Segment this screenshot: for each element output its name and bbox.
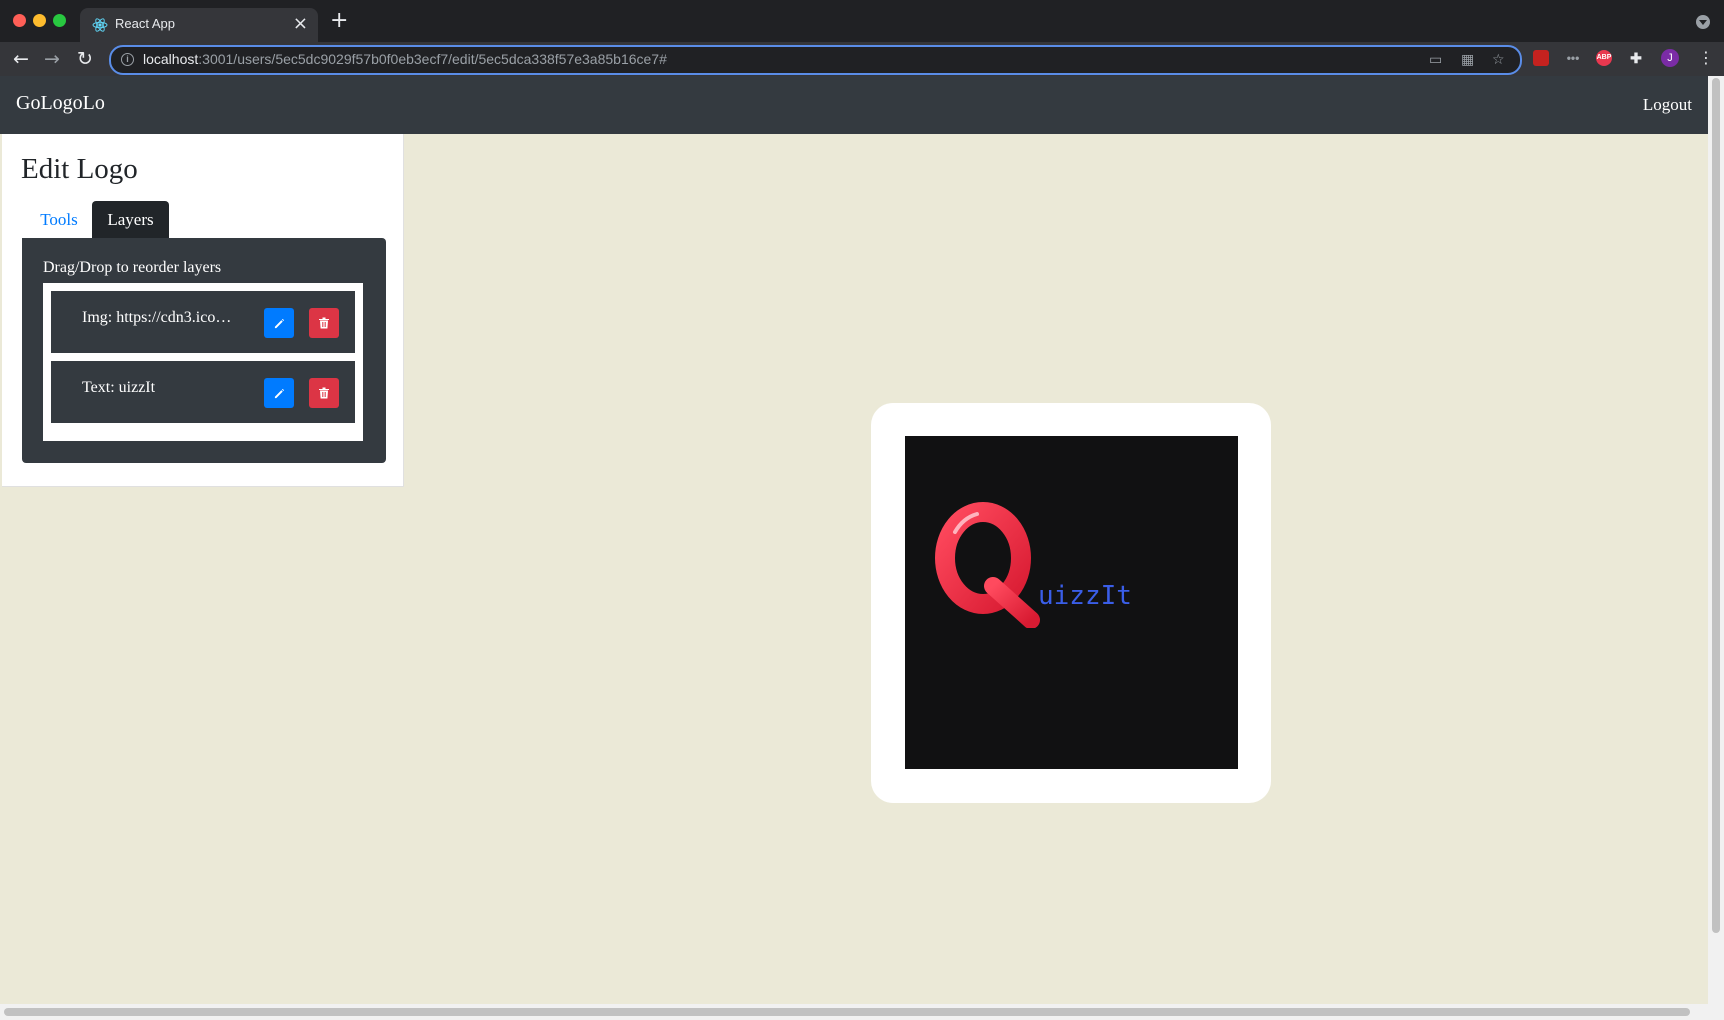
extension-dots-icon[interactable]: ••• xyxy=(1565,50,1581,66)
trash-icon xyxy=(319,387,329,399)
bookmark-star-icon[interactable]: ☆ xyxy=(1492,51,1505,69)
logo-canvas: uizzIt xyxy=(905,436,1238,769)
browser-menu-icon[interactable]: ⋮ xyxy=(1698,48,1714,68)
browser-tab-bar: React App × + xyxy=(0,0,1724,42)
reload-icon[interactable]: ↻ xyxy=(77,47,93,71)
layers-pane: Drag/Drop to reorder layers Img: https:/… xyxy=(22,238,386,463)
vertical-scrollbar[interactable] xyxy=(1708,76,1724,1020)
layers-caption: Drag/Drop to reorder layers xyxy=(43,259,222,276)
brand-link[interactable]: GoLogoLo xyxy=(16,92,105,115)
tab-search-icon[interactable] xyxy=(1696,15,1710,29)
profile-avatar[interactable]: J xyxy=(1661,49,1679,67)
red-letter-q-icon[interactable] xyxy=(933,500,1041,628)
layer-label: Text: uizzIt xyxy=(82,379,156,396)
layer-item-image[interactable]: Img: https://cdn3.ico… xyxy=(51,291,355,353)
trash-icon xyxy=(319,317,329,329)
layer-label: Img: https://cdn3.ico… xyxy=(82,309,232,326)
app-navbar: GoLogoLo Logout xyxy=(0,76,1708,134)
page-title: Edit Logo xyxy=(21,153,138,185)
close-tab-icon[interactable]: × xyxy=(293,14,308,34)
qr-code-icon[interactable]: ▦ xyxy=(1461,51,1474,69)
react-icon xyxy=(92,18,108,32)
browser-toolbar: ← → ↻ i localhost:3001/users/5ec5dc9029f… xyxy=(0,42,1724,76)
back-icon[interactable]: ← xyxy=(13,47,29,71)
edit-layer-button[interactable] xyxy=(264,378,294,408)
layers-list: Img: https://cdn3.ico… Text: uizzIt xyxy=(43,283,363,441)
scroll-thumb[interactable] xyxy=(4,1008,1690,1016)
maximize-window-button[interactable] xyxy=(53,14,66,27)
site-info-icon[interactable]: i xyxy=(121,53,134,66)
minimize-window-button[interactable] xyxy=(33,14,46,27)
address-bar[interactable]: i localhost:3001/users/5ec5dc9029f57b0f0… xyxy=(109,45,1522,75)
tab-title: React App xyxy=(115,16,175,31)
url-text[interactable]: localhost:3001/users/5ec5dc9029f57b0f0eb… xyxy=(143,51,667,67)
logo-preview-border: uizzIt xyxy=(871,403,1271,803)
scroll-thumb[interactable] xyxy=(1712,78,1720,933)
close-window-button[interactable] xyxy=(13,14,26,27)
pencil-icon xyxy=(274,318,284,328)
tab-tools[interactable]: Tools xyxy=(25,201,93,239)
edit-layer-button[interactable] xyxy=(264,308,294,338)
tab-layers[interactable]: Layers xyxy=(92,201,169,239)
delete-layer-button[interactable] xyxy=(309,308,339,338)
logout-link[interactable]: Logout xyxy=(1643,95,1692,115)
browser-tab[interactable]: React App × xyxy=(80,8,318,42)
extension-red-icon[interactable] xyxy=(1533,50,1549,66)
layer-item-text[interactable]: Text: uizzIt xyxy=(51,361,355,423)
pencil-icon xyxy=(274,388,284,398)
logo-text[interactable]: uizzIt xyxy=(1038,581,1132,611)
new-tab-icon[interactable]: + xyxy=(330,10,348,32)
page-viewport: GoLogoLo Logout Edit Logo Tools Layers D… xyxy=(0,76,1724,1020)
extensions-puzzle-icon[interactable]: ✚ xyxy=(1628,50,1644,66)
cast-icon[interactable]: ▭ xyxy=(1429,51,1442,69)
delete-layer-button[interactable] xyxy=(309,378,339,408)
horizontal-scrollbar[interactable] xyxy=(0,1004,1708,1020)
adblock-plus-icon[interactable]: ABP xyxy=(1596,50,1612,66)
forward-icon[interactable]: → xyxy=(44,47,60,71)
edit-panel: Edit Logo Tools Layers Drag/Drop to reor… xyxy=(2,134,404,487)
